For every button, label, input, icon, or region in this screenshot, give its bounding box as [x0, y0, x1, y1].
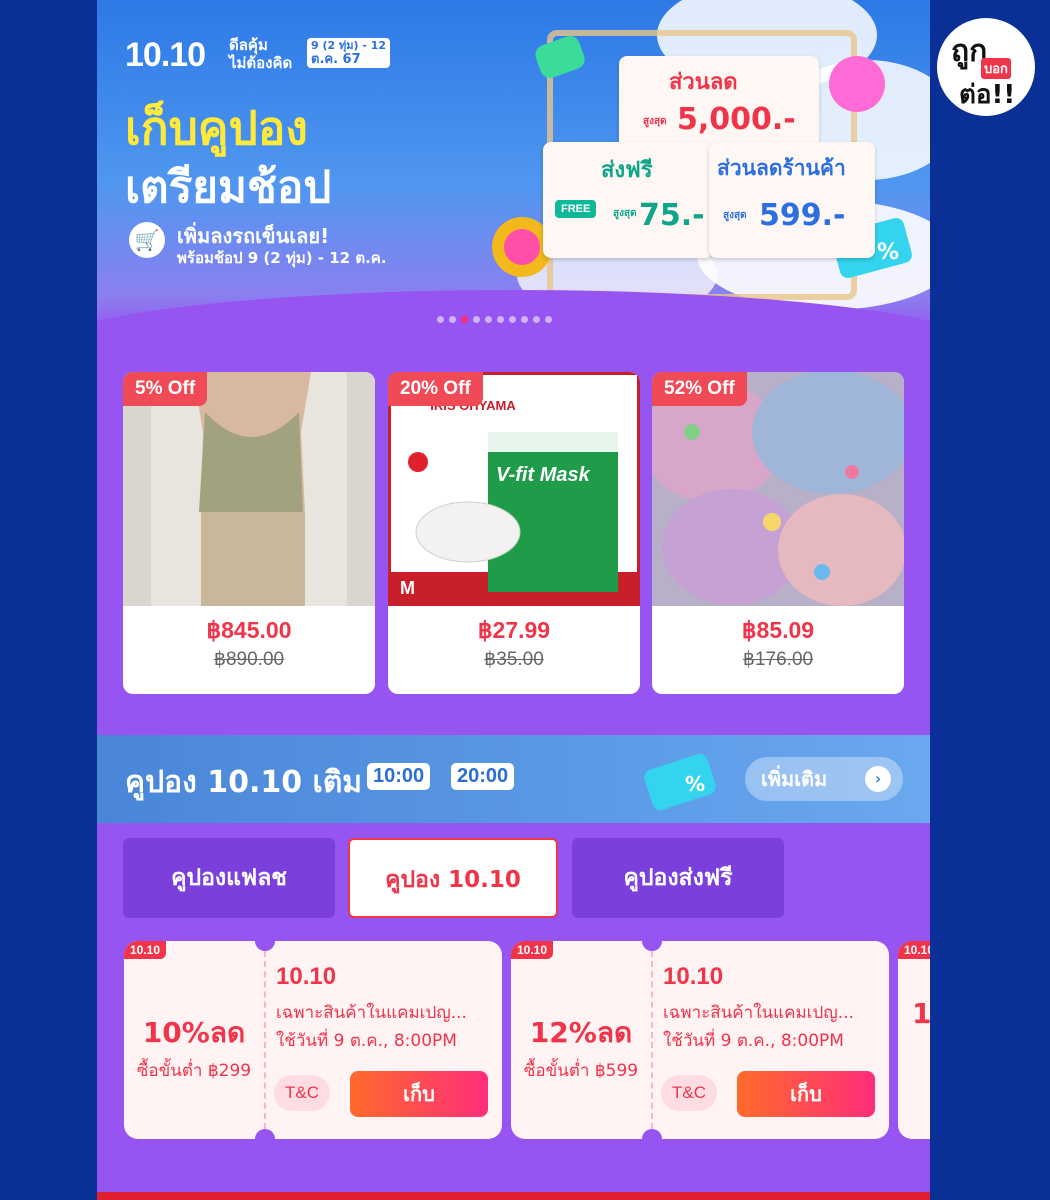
- discount-badge: 52% Off: [652, 372, 747, 406]
- coupon-description: เฉพาะสินค้าในแคมเปญ...: [276, 1003, 467, 1023]
- coupon-tag: 10.10: [898, 941, 930, 959]
- carousel-dot[interactable]: [449, 316, 456, 323]
- app-screen: 10.10 ดีลคุ้ม ไม่ต้องคิด 9 (2 ทุ่ม) - 12…: [97, 0, 930, 1200]
- banner-subtitle: เตรียมช้อป: [125, 162, 332, 213]
- tab-flash-coupons[interactable]: คูปองแฟลช: [123, 838, 335, 918]
- terms-link[interactable]: T&C: [274, 1075, 330, 1111]
- original-price: ฿35.00: [484, 649, 544, 670]
- discount-ticket: ส่วนลด สูงสุด 5,000.-: [619, 56, 819, 152]
- tab-1010-coupons[interactable]: คูปอง 10.10: [348, 838, 558, 918]
- carousel-dot[interactable]: [437, 316, 444, 323]
- svg-text:%: %: [685, 772, 705, 796]
- promo-banner[interactable]: 10.10 ดีลคุ้ม ไม่ต้องคิด 9 (2 ทุ่ม) - 12…: [97, 0, 930, 335]
- free-shipping-ticket: ส่งฟรี FREE สูงสุด 75.-: [543, 142, 713, 258]
- svg-text:%: %: [877, 240, 899, 265]
- collect-coupon-button[interactable]: เก็บ: [350, 1071, 488, 1117]
- coupon-section-title: คูปอง 10.10 เติม: [125, 765, 363, 800]
- carousel-dot[interactable]: [461, 316, 468, 323]
- coupon-notch: [642, 941, 662, 951]
- cart-icon: 🛒: [129, 222, 165, 258]
- product-image-tank-top: [123, 372, 375, 606]
- coupon-notch: [255, 1129, 275, 1139]
- coupon-discount: 1: [912, 997, 930, 1030]
- deal-tagline: ดีลคุ้ม ไม่ต้องคิด: [229, 36, 293, 72]
- product-price: ฿85.09: [741, 617, 815, 643]
- coupon-section-header: คูปอง 10.10 เติม 10:00 20:00 % เพิ่มเติม…: [97, 735, 930, 823]
- collect-coupon-button[interactable]: เก็บ: [737, 1071, 875, 1117]
- carousel-dot[interactable]: [521, 316, 528, 323]
- watermark-logo: ถูก บอก ต่อ!!: [937, 18, 1035, 116]
- coupon-ticket-icon: %: [644, 753, 716, 811]
- refill-time-badge: 20:00: [451, 763, 515, 790]
- box-product-name: V-fit Mask: [496, 464, 590, 486]
- discount-badge: 5% Off: [123, 372, 208, 406]
- product-price: ฿845.00: [206, 617, 292, 643]
- coupon-min-spend: ซื้อขั้นต่ำ ฿599: [523, 1061, 639, 1081]
- coupon-valid-date: ใช้วันที่ 9 ต.ค., 8:00PM: [663, 1031, 844, 1051]
- coupon-card-partial: 10.10 1: [898, 941, 930, 1139]
- shop-discount-ticket: ส่วนลดร้านค้า สูงสุด 599.-: [709, 142, 875, 258]
- balloon-10-icon: [829, 56, 885, 112]
- free-tag: FREE: [555, 200, 597, 218]
- coupon-min-spend: ซื้อขั้นต่ำ ฿299: [136, 1061, 252, 1081]
- coupon-title: 10.10: [663, 963, 724, 990]
- carousel-dot[interactable]: [509, 316, 516, 323]
- discount-badge: 20% Off: [388, 372, 483, 406]
- product-image-candy-bags: [652, 372, 904, 606]
- bottom-banner-edge: [97, 1192, 930, 1200]
- coupon-divider: [264, 951, 266, 1129]
- coupon-valid-date: ใช้วันที่ 9 ต.ค., 8:00PM: [276, 1031, 457, 1051]
- carousel-dot[interactable]: [497, 316, 504, 323]
- carousel-dot[interactable]: [545, 316, 552, 323]
- product-card[interactable]: IRIS OHYAMA V-fit Mask M 20% Off ฿27.99 …: [388, 372, 640, 694]
- coupon-title: 10.10: [276, 963, 337, 990]
- banner-dates: พร้อมช้อป 9 (2 ทุ่ม) - 12 ต.ค.: [177, 249, 387, 267]
- refill-time-badge: 10:00: [367, 763, 431, 790]
- coupon-card: 10.10 12%ลด ซื้อขั้นต่ำ ฿599 10.10 เฉพาะ…: [511, 941, 889, 1139]
- coupon-description: เฉพาะสินค้าในแคมเปญ...: [663, 1003, 854, 1023]
- coupon-card: 10.10 10%ลด ซื้อขั้นต่ำ ฿299 10.10 เฉพาะ…: [124, 941, 502, 1139]
- product-price: ฿27.99: [477, 617, 551, 643]
- see-more-button[interactable]: เพิ่มเติม ›: [745, 757, 903, 801]
- product-card[interactable]: 5% Off ฿845.00 ฿890.00: [123, 372, 375, 694]
- carousel-dot[interactable]: [473, 316, 480, 323]
- original-price: ฿176.00: [742, 649, 814, 670]
- balloon-icon: [535, 35, 585, 79]
- date-badge: 9 (2 ทุ่ม) - 12 ต.ค. 67: [307, 38, 391, 68]
- product-card[interactable]: 52% Off ฿85.09 ฿176.00: [652, 372, 904, 694]
- original-price: ฿890.00: [213, 649, 285, 670]
- coupon-tag: 10.10: [124, 941, 167, 959]
- coupon-tag: 10.10: [511, 941, 554, 959]
- carousel-dot[interactable]: [533, 316, 540, 323]
- tab-free-shipping-coupons[interactable]: คูปองส่งฟรี: [572, 838, 784, 918]
- terms-link[interactable]: T&C: [661, 1075, 717, 1111]
- carousel-indicator[interactable]: [437, 316, 552, 323]
- carousel-dot[interactable]: [485, 316, 492, 323]
- coupon-notch: [255, 941, 275, 951]
- chevron-right-icon: ›: [865, 766, 891, 792]
- coupon-notch: [642, 1129, 662, 1139]
- coupon-discount: 12%ลด: [529, 1016, 633, 1049]
- box-size: M: [400, 578, 415, 598]
- coupon-divider: [651, 951, 653, 1129]
- event-label: 10.10: [125, 36, 206, 74]
- coupon-discount: 10%ลด: [142, 1016, 246, 1049]
